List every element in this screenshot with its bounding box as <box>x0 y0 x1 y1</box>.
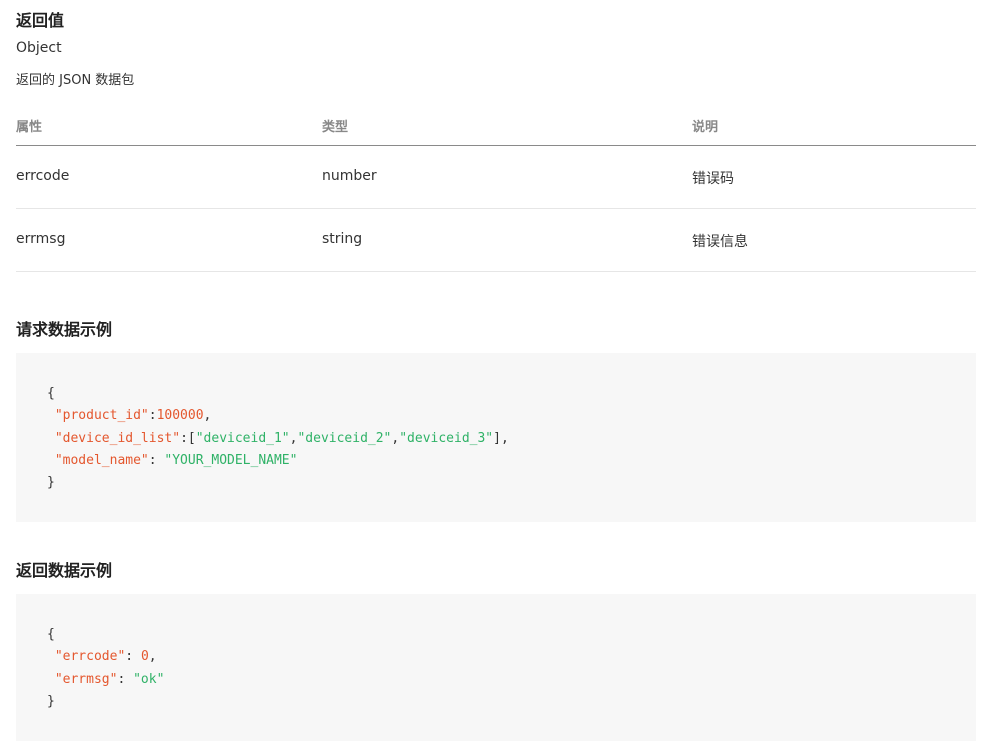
table-row: errmsg string 错误信息 <box>16 209 976 272</box>
header-type: 类型 <box>322 120 349 135</box>
code-key: "product_id" <box>54 408 149 424</box>
header-description: 说明 <box>692 120 719 135</box>
cell-desc: 错误信息 <box>692 234 748 250</box>
table-row: errcode number 错误码 <box>16 146 976 209</box>
cell-name: errcode <box>16 168 70 184</box>
response-code-block: { "errcode": 0, "errmsg": "ok"} <box>16 594 976 741</box>
request-code-block: { "product_id":100000, "device_id_list":… <box>16 353 976 522</box>
cell-name: errmsg <box>16 231 66 247</box>
code-close-brace: } <box>47 693 55 709</box>
return-description: 返回的 JSON 数据包 <box>16 73 135 88</box>
return-value-heading: 返回值 <box>16 11 65 30</box>
code-key: "errcode" <box>54 649 126 665</box>
code-close-brace: } <box>47 475 55 491</box>
request-example-heading: 请求数据示例 <box>16 320 113 339</box>
table-header: 属性 类型 说明 <box>16 104 976 146</box>
cell-desc: 错误码 <box>692 171 734 187</box>
code-open-brace: { <box>47 386 55 401</box>
code-number: 0 <box>140 649 149 665</box>
cell-type: number <box>322 168 377 184</box>
code-open-brace: { <box>47 627 55 642</box>
return-type: Object <box>16 40 62 56</box>
code-string: "deviceid_1" <box>195 430 290 446</box>
response-example-heading: 返回数据示例 <box>16 561 113 580</box>
return-fields-table: 属性 类型 说明 errcode number 错误码 errmsg strin… <box>16 104 976 272</box>
code-key: "model_name" <box>54 452 149 468</box>
code-number: 100000 <box>156 408 204 424</box>
code-string: "ok" <box>133 671 165 687</box>
cell-type: string <box>322 231 363 247</box>
code-string: "deviceid_2" <box>297 430 392 446</box>
code-string: "deviceid_3" <box>399 430 494 446</box>
header-attribute: 属性 <box>16 120 43 135</box>
code-key: "errmsg" <box>54 671 118 687</box>
code-key: "device_id_list" <box>54 430 181 446</box>
code-string: "YOUR_MODEL_NAME" <box>164 452 298 468</box>
